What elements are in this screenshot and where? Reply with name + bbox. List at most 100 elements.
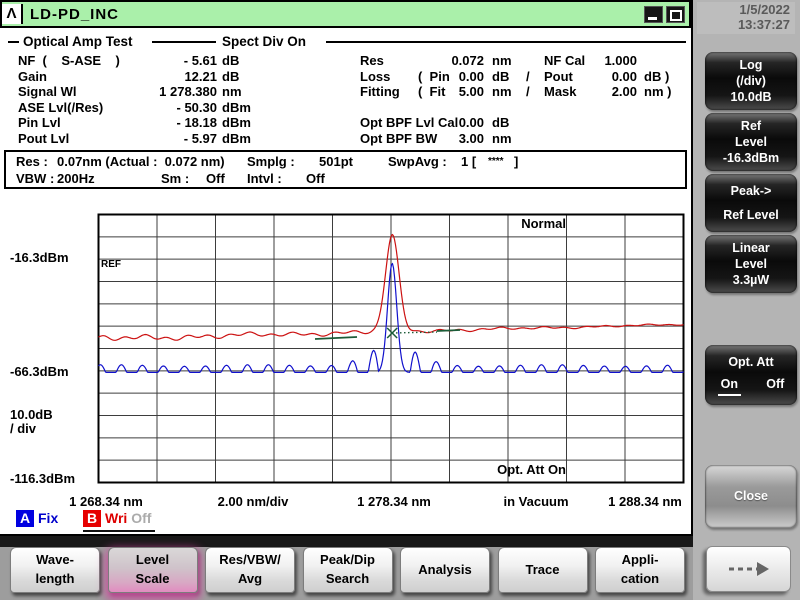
softkey-linear-level[interactable]: Linear Level 3.3µW <box>705 235 797 293</box>
softkey-opt-att[interactable]: Opt. Att On Off <box>705 345 797 405</box>
date-text: 1/5/2022 <box>739 2 790 17</box>
softkey-line: Close <box>733 489 769 504</box>
softkey-log-div[interactable]: Log (/div) 10.0dB <box>705 52 797 110</box>
setting-label: Res <box>360 53 384 68</box>
vbw-label: VBW : <box>16 171 55 186</box>
param-value: - 5.61 <box>183 53 217 68</box>
res-label: Res : <box>16 154 48 169</box>
setting-row: Opt BPF BW 3.00 nm <box>360 131 690 146</box>
softkey-line: Peak-> <box>730 183 772 198</box>
setting-unit: dB <box>492 68 510 84</box>
param-value: 1 278.380 <box>159 84 217 99</box>
setting-label2: NF Cal <box>544 53 586 68</box>
title-bar: Λ LD-PD_INC <box>0 0 691 28</box>
sm-value: Off <box>206 171 225 186</box>
fit-line-left <box>314 336 358 340</box>
setting-separator: / <box>526 84 530 99</box>
softkey-line: (/div) <box>736 73 766 88</box>
param-label: Pin Lvl <box>18 115 61 130</box>
ref-line-label: REF <box>101 259 121 270</box>
softkey-close[interactable]: Close <box>705 465 797 528</box>
menu-button-wave[interactable]: Wave-length <box>10 547 100 593</box>
test-mode-label: Optical Amp Test <box>23 34 133 49</box>
minimize-icon <box>648 16 657 20</box>
param-label: Signal Wl <box>18 84 77 99</box>
datetime-display: 1/5/2022 13:37:27 <box>697 2 795 34</box>
menu-button-line2: Search <box>325 571 370 586</box>
menu-button-trace[interactable]: Trace <box>497 547 588 593</box>
setting-row: Opt BPF Lvl Cal 0.00 dB <box>360 115 690 130</box>
trace-a-mode: Fix <box>38 510 59 526</box>
y-scale-label: 10.0dB <box>10 407 53 422</box>
y-mid-label: -66.3dBm <box>10 364 69 379</box>
menu-button-resvbw[interactable]: Res/VBW/Avg <box>205 547 295 593</box>
param-unit: nm <box>222 84 242 99</box>
menu-button-level[interactable]: Level Scale <box>107 547 198 593</box>
softkey-line: Level <box>735 134 767 149</box>
param-label: NF ( S-ASE ) <box>18 53 120 68</box>
dashed-arrow-icon <box>728 562 769 576</box>
setting-value: 5.00 <box>458 84 484 99</box>
trace-a-key: A <box>16 510 34 527</box>
menu-button-peakdip[interactable]: Peak/Dip Search <box>302 547 393 593</box>
setting-unit2: nm ) <box>644 84 672 99</box>
intvl-value: Off <box>306 171 325 186</box>
setting-value: 0.00 <box>458 68 484 84</box>
softkey-line: Opt. Att <box>728 354 774 369</box>
param-value: 12.21 <box>184 68 217 84</box>
sweep-info-box: Res : 0.07nm (Actual : 0.072 nm) Smplg :… <box>4 150 687 189</box>
softkey-line: Level <box>735 256 767 271</box>
menu-button-line1: Level <box>135 552 170 568</box>
param-row: Pin Lvl - 18.18 dBm <box>18 115 298 130</box>
menu-button-line2: cation <box>620 571 660 586</box>
softkey-line: Linear <box>732 240 770 255</box>
swpavg-stars: **** <box>488 156 504 167</box>
swpavg-label: SwpAvg : <box>388 154 447 169</box>
sm-label: Sm : <box>161 171 190 186</box>
setting-row: Fitting( Fit 5.00 nm / Mask 2.00 nm ) <box>360 84 690 99</box>
opt-att-on[interactable]: On <box>717 376 741 397</box>
maximize-button[interactable] <box>666 5 685 23</box>
y-bottom-label: -116.3dBm <box>10 471 76 486</box>
param-unit: dBm <box>222 130 251 146</box>
softkey-line: Log <box>739 57 763 72</box>
softkey-peak-to-ref[interactable]: Peak-> Ref Level <box>705 174 797 232</box>
menu-button-line2: length <box>35 571 75 586</box>
setting-row: Loss( Pin 0.00 dB / Pout 0.00 dB ) <box>360 69 690 84</box>
param-row: ASE Lvl(/Res) - 50.30 dBm <box>18 100 298 115</box>
time-text: 13:37:27 <box>737 17 790 32</box>
x-center-label: 1 278.34 nm <box>357 494 431 509</box>
trace-b-key: B <box>83 510 101 527</box>
opt-att-status-label: Opt. Att On <box>497 462 566 477</box>
opt-att-off[interactable]: Off <box>766 376 784 396</box>
menu-bar-shadow <box>0 536 693 547</box>
setting-value: 0.00 <box>458 115 484 130</box>
param-value: - 18.18 <box>176 115 217 130</box>
param-value: - 5.97 <box>183 130 217 146</box>
minimize-button[interactable] <box>644 5 663 23</box>
y-ref-label: -16.3dBm <box>10 250 69 265</box>
swpavg-value: 1 [ <box>461 154 477 169</box>
display-screen: Λ LD-PD_INC Optical Amp Test Spect Div O… <box>0 0 693 536</box>
setting-label: Loss <box>360 68 391 84</box>
menu-button-line2: Avg <box>237 571 263 586</box>
intvl-label: Intvl : <box>247 171 282 186</box>
setting-value2: 0.00 <box>611 68 637 84</box>
softkey-line: -16.3dBm <box>722 151 780 166</box>
softkey-spacer <box>705 199 797 207</box>
swpavg-bracket: ] <box>514 154 519 169</box>
header-rule <box>8 41 19 43</box>
setting-label2: Mask <box>544 84 577 99</box>
setting-separator: / <box>526 68 530 84</box>
trace-b-status: B Wri Off <box>83 510 156 532</box>
next-menu-arrow-button[interactable] <box>706 546 791 592</box>
menu-button-analysis[interactable]: Analysis <box>400 547 490 593</box>
spectrum-plot <box>97 213 685 484</box>
param-value: - 50.30 <box>176 99 217 115</box>
setting-label: Fitting <box>360 84 400 99</box>
menu-button-line1: Appli- <box>621 552 659 568</box>
x-start-label: 1 268.34 nm <box>69 494 143 509</box>
setting-value2: 2.00 <box>611 84 637 99</box>
softkey-ref-level[interactable]: Ref Level -16.3dBm <box>705 113 797 171</box>
menu-button-appli[interactable]: Appli-cation <box>595 547 685 593</box>
